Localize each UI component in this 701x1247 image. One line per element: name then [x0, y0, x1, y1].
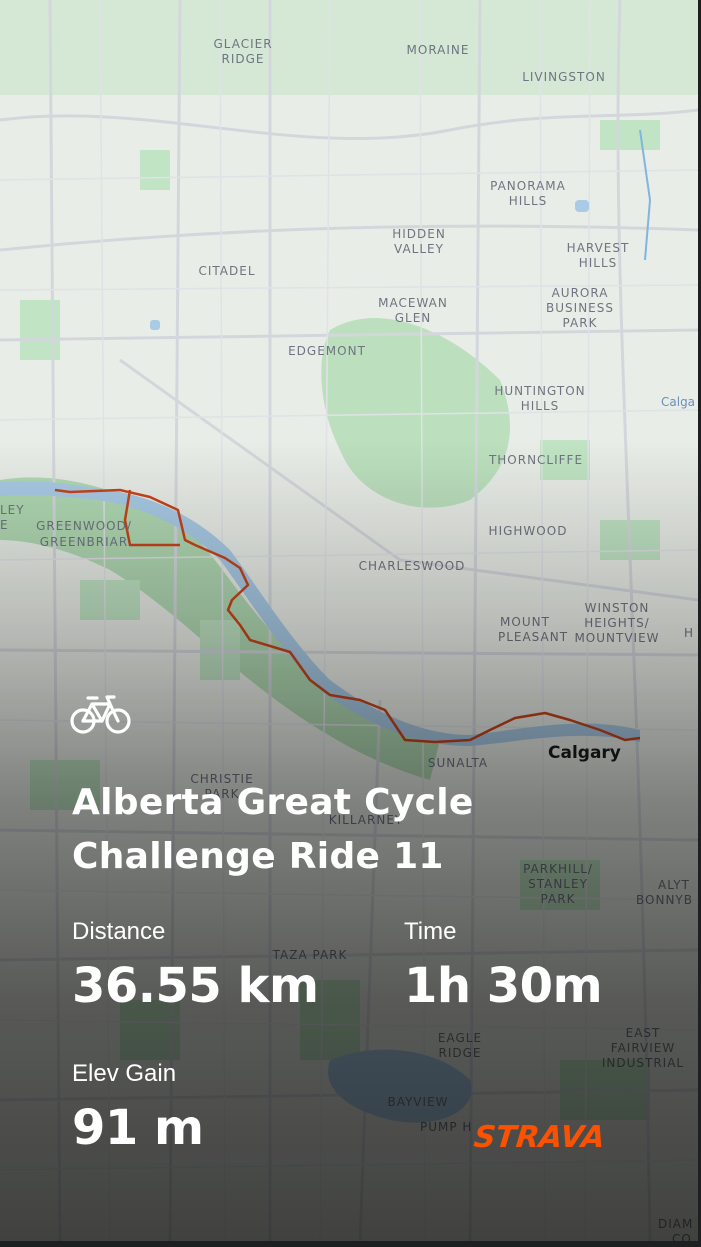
place-label: H [684, 626, 694, 640]
distance-label: Distance [72, 918, 166, 945]
place-label: HILLS [579, 256, 618, 270]
place-label: EDGEMONT [288, 344, 366, 358]
svg-text:MORAINE: MORAINE [407, 43, 470, 57]
svg-text:BAYVIEW: BAYVIEW [387, 1095, 448, 1109]
place-label: HARVEST [567, 241, 630, 255]
place-label: E [0, 518, 9, 532]
svg-text:GLACIERRIDGE: GLACIER RIDGE [213, 37, 272, 66]
place-label: BUSINESS [546, 301, 614, 315]
place-label: SUNALTA [428, 756, 488, 770]
svg-text:EDGEMONT: EDGEMONT [288, 344, 366, 358]
activity-title: Alberta Great Cycle Challenge Ride 11 [72, 776, 632, 884]
place-label: ALYT [658, 878, 690, 892]
strava-logo: STRAVA [472, 1120, 607, 1155]
place-label: LEY [0, 503, 25, 517]
place-label: PUMP H [420, 1120, 472, 1134]
place-label: Calga [661, 395, 695, 409]
svg-text:EAGLERIDGE: EAGLE RIDGE [438, 1031, 482, 1060]
place-label: BONNYB [636, 893, 693, 907]
place-label: PARK [563, 316, 598, 330]
place-label: CO [672, 1232, 692, 1241]
svg-text:CHARLESWOOD: CHARLESWOOD [359, 559, 466, 573]
place-label: GREENBRIAR [40, 535, 128, 549]
place-label: RIDGE [439, 1046, 482, 1060]
place-label: FAIRVIEW [611, 1041, 675, 1055]
time-label: Time [404, 918, 457, 945]
place-label: MOUNT [500, 615, 550, 629]
svg-text:WINSTONHEIGHTS/MOUNTVIEW: WINSTON HEIGHTS/MOUNTVIEW [574, 601, 659, 645]
place-label: PLEASANT [498, 630, 568, 644]
place-label: DIAM [658, 1217, 693, 1231]
activity-title-line-1: Alberta Great Cycle [72, 782, 474, 823]
svg-text:HIDDENVALLEY: HIDDEN VALLEY [392, 227, 446, 256]
place-label: AURORA [552, 286, 609, 300]
bike-icon [70, 695, 131, 734]
time-value: 1h 30m [404, 958, 603, 1014]
elevation-gain-label: Elev Gain [72, 1060, 177, 1087]
svg-text:LIVINGSTON: LIVINGSTON [522, 70, 606, 84]
place-label: HIDDEN [392, 227, 446, 241]
svg-text:HIGHWOOD: HIGHWOOD [489, 524, 568, 538]
activity-title-line-2: Challenge Ride 11 [72, 836, 444, 877]
svg-text:Calga: Calga [661, 395, 695, 409]
place-label: LIVINGSTON [522, 70, 606, 84]
place-label: CITADEL [198, 264, 255, 278]
svg-text:H: H [684, 626, 694, 640]
place-label: HILLS [509, 194, 548, 208]
place-label-city: Calgary [548, 743, 621, 763]
card-bottom-edge [0, 1241, 701, 1247]
place-label: HEIGHTS/ [584, 616, 649, 630]
elevation-gain-value: 91 m [72, 1100, 204, 1156]
place-label: HUNTINGTON [494, 384, 585, 398]
distance-value: 36.55 km [72, 958, 319, 1014]
place-label: INDUSTRIAL [602, 1056, 684, 1070]
place-label: MORAINE [407, 43, 470, 57]
activity-share-card: GLACIER RIDGE MORAINE LIVINGSTON PANORAMA… [0, 0, 698, 1241]
place-label: GLACIER [213, 37, 272, 51]
place-label: EAST [626, 1026, 661, 1040]
place-label: THORNCLIFFE [488, 453, 583, 467]
place-label: BAYVIEW [387, 1095, 448, 1109]
place-label: PANORAMA [490, 179, 566, 193]
place-label: HIGHWOOD [489, 524, 568, 538]
place-label: GLEN [395, 311, 432, 325]
place-label: CHARLESWOOD [359, 559, 466, 573]
place-label: EAGLE [438, 1031, 482, 1045]
svg-text:PUMP H: PUMP H [420, 1120, 472, 1134]
place-label: PARK [541, 892, 576, 906]
place-label: MOUNTVIEW [574, 631, 659, 645]
svg-text:SUNALTA: SUNALTA [428, 756, 488, 770]
place-label: WINSTON [585, 601, 650, 615]
map-background[interactable]: GLACIER RIDGE MORAINE LIVINGSTON PANORAMA… [0, 0, 698, 1241]
place-label: VALLEY [394, 242, 444, 256]
place-label: GREENWOOD/ [36, 519, 132, 533]
place-label: HILLS [521, 399, 560, 413]
svg-text:THORNCLIFFE: THORNCLIFFE [488, 453, 583, 467]
svg-text:CITADEL: CITADEL [198, 264, 255, 278]
svg-text:Calgary: Calgary [548, 743, 621, 763]
place-label: MACEWAN [378, 296, 448, 310]
place-label: RIDGE [222, 52, 265, 66]
